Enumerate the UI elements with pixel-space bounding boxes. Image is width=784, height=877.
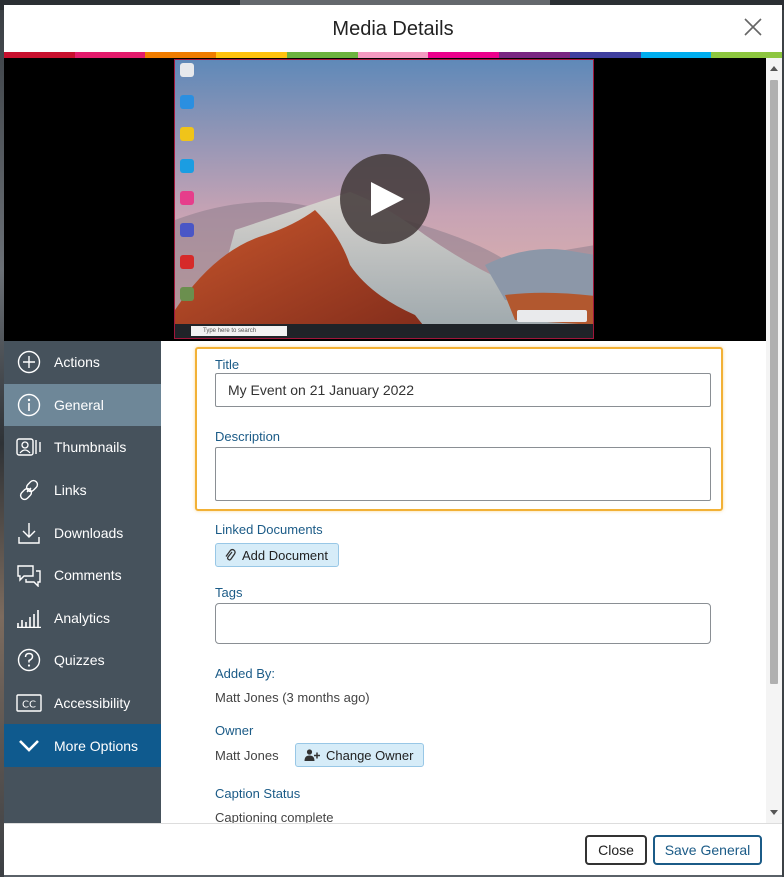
sidebar-item-label: Quizzes [54,652,105,669]
sidebar-item-label: Actions [54,354,100,371]
dialog-footer: Close Save General [4,823,782,875]
sidebar-item-downloads[interactable]: Downloads [4,511,161,554]
sidebar-item-analytics[interactable]: Analytics [4,597,161,640]
edge-icon [180,159,194,173]
title-input[interactable] [215,373,711,407]
linked-documents-label: Linked Documents [215,522,323,537]
sidebar-item-accessibility[interactable]: CC Accessibility [4,682,161,725]
play-icon [371,182,404,216]
owner-label: Owner [215,723,254,738]
sidebar-item-actions[interactable]: Actions [4,341,161,384]
change-owner-button[interactable]: Change Owner [295,743,425,767]
tags-input[interactable] [215,603,711,644]
caption-status-value: Captioning complete [215,810,334,823]
scrollbar-thumb[interactable] [770,80,778,684]
owner-value: Matt Jones [215,748,279,763]
close-icon[interactable] [742,16,764,38]
thumbnails-icon [16,434,42,460]
sidebar-item-label: More Options [54,737,139,754]
onedrive-icon [180,95,194,109]
teams-icon [180,223,194,237]
capture-app-icon [180,191,194,205]
question-circle-icon [16,647,42,673]
analytics-icon [16,605,42,631]
svg-text:CC: CC [22,700,36,711]
download-icon [16,520,42,546]
taskbar-search: Type here to search [191,326,287,336]
play-button[interactable] [340,154,430,244]
sidebar-item-quizzes[interactable]: Quizzes [4,639,161,682]
scroll-down-arrow-icon[interactable] [770,810,778,815]
paperclip-icon [224,548,236,562]
sidebar-item-label: General [54,396,104,413]
media-details-dialog: Media Details Type here to search Action… [4,5,782,875]
sidebar-item-thumbnails[interactable]: Thumbnails [4,426,161,469]
recycle-bin-icon [180,63,194,77]
change-owner-label: Change Owner [326,747,414,763]
title-label: Title [215,357,240,372]
chrome-icon [180,127,194,141]
sidebar-menu: Actions General Thumbnails Links Downloa… [4,341,161,823]
plus-circle-icon [16,349,42,375]
sidebar-item-label: Accessibility [54,695,131,712]
close-button[interactable]: Close [585,835,647,865]
sidebar-item-label: Links [54,482,87,499]
video-player[interactable]: Type here to search [4,58,766,341]
acrobat-icon [180,255,194,269]
added-by-value: Matt Jones (3 months ago) [215,690,370,705]
sidebar-item-label: Analytics [54,609,111,626]
tags-label: Tags [215,585,243,600]
file-icon [180,287,194,301]
desktop-icons [178,63,198,319]
description-textarea[interactable] [215,447,711,501]
system-tray-popup [517,310,587,322]
content-scrollbar[interactable] [766,58,782,823]
description-label: Description [215,429,281,444]
add-document-label: Add Document [242,547,328,563]
info-circle-icon [16,392,42,418]
closed-captions-icon: CC [16,690,42,716]
link-icon [16,477,42,503]
scroll-up-arrow-icon[interactable] [770,66,778,71]
save-general-button[interactable]: Save General [653,835,762,865]
user-plus-icon [304,749,320,761]
dialog-header: Media Details [4,5,782,52]
sidebar-item-label: Thumbnails [54,439,127,456]
sidebar-item-links[interactable]: Links [4,469,161,512]
add-document-button[interactable]: Add Document [215,543,339,567]
sidebar-item-more-options[interactable]: More Options [4,724,161,767]
sidebar-item-label: Downloads [54,524,124,541]
chevron-down-icon [16,733,42,759]
dialog-title: Media Details [332,18,454,40]
comments-icon [16,562,42,588]
sidebar-item-comments[interactable]: Comments [4,554,161,597]
sidebar-item-label: Comments [54,567,122,584]
taskbar: Type here to search [175,324,593,338]
sidebar-item-general[interactable]: General [4,383,161,427]
caption-status-label: Caption Status [215,786,301,801]
general-form: Title Description Linked Documents Add D… [161,341,766,823]
added-by-label: Added By: [215,666,275,681]
